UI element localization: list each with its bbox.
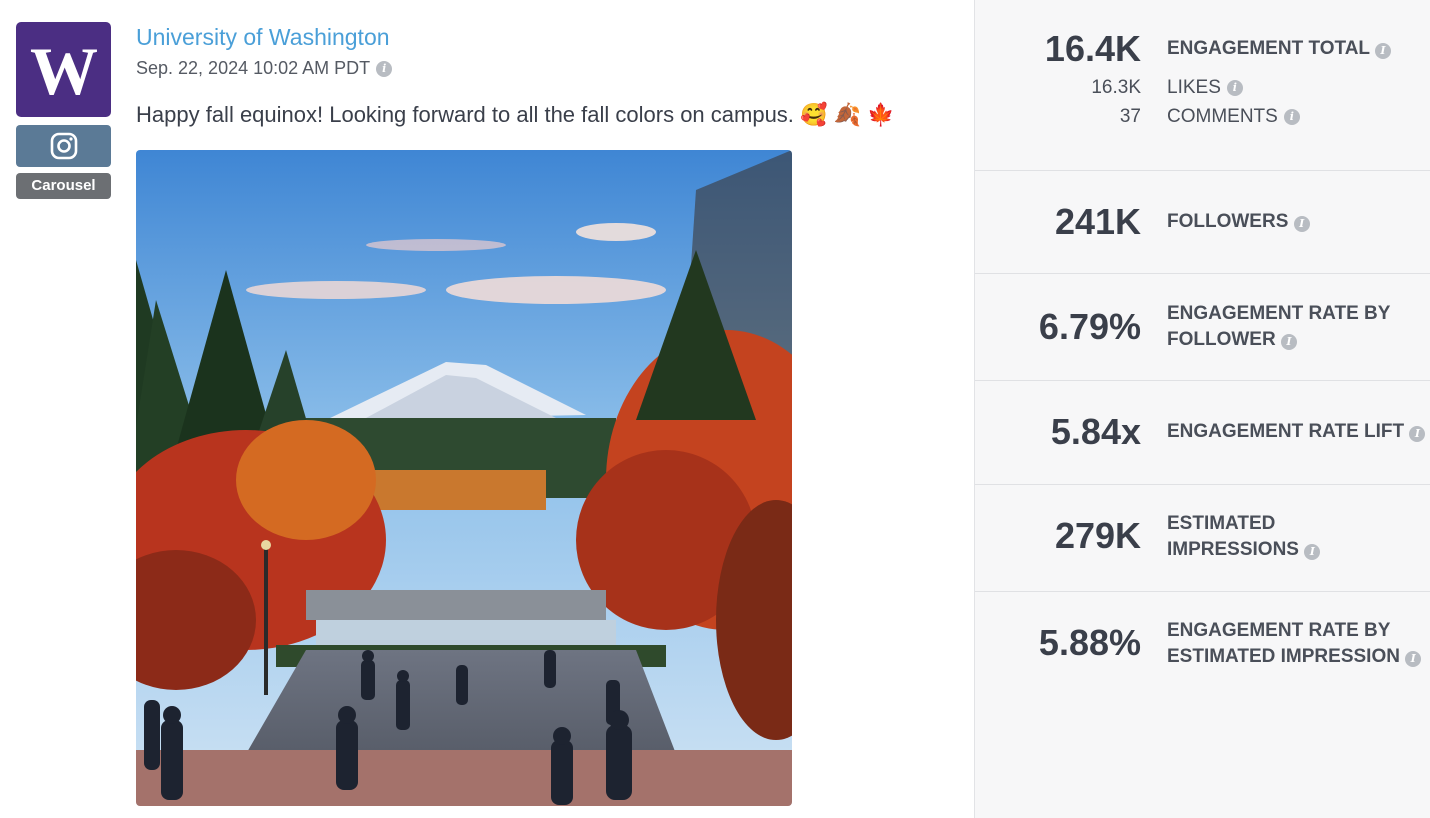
engagement-rate-by-follower-label: ENGAGEMENT RATE BY FOLLOWER i xyxy=(1167,301,1407,353)
engagement-total-label: ENGAGEMENT TOTAL i xyxy=(1167,36,1429,62)
info-icon[interactable]: i xyxy=(1280,334,1297,350)
info-icon[interactable]: i xyxy=(1405,651,1422,667)
svg-text:W: W xyxy=(30,42,98,98)
followers-label-text: FOLLOWERS xyxy=(1167,211,1289,232)
post-type-badge: Carousel xyxy=(16,173,111,199)
engagement-rate-by-follower-value: 6.79% xyxy=(1038,306,1141,347)
followers-label: FOLLOWERS i xyxy=(1167,209,1429,235)
comments-row: 37 COMMENTS i xyxy=(975,106,1430,134)
instagram-icon xyxy=(50,132,77,160)
likes-label: LIKES i xyxy=(1167,77,1243,99)
post-caption: Happy fall equinox! Looking forward to a… xyxy=(136,102,895,127)
info-icon[interactable]: i xyxy=(1304,544,1321,560)
uw-w-logo: W xyxy=(30,42,98,98)
info-icon[interactable]: i xyxy=(1226,80,1243,96)
stat-estimated-impressions: 279K ESTIMATED IMPRESSIONS i xyxy=(975,485,1430,592)
likes-label-text: LIKES xyxy=(1167,77,1221,98)
estimated-impressions-label-text: ESTIMATED IMPRESSIONS xyxy=(1167,513,1299,560)
engagement-rate-by-impression-label: ENGAGEMENT RATE BY ESTIMATED IMPRESSION … xyxy=(1167,618,1429,670)
estimated-impressions-label: ESTIMATED IMPRESSIONS i xyxy=(1167,511,1337,563)
stat-followers: 241K FOLLOWERS i xyxy=(975,171,1430,274)
engagement-rate-by-follower-label-text: ENGAGEMENT RATE BY FOLLOWER xyxy=(1167,303,1391,350)
engagement-total-value: 16.4K xyxy=(1044,28,1141,69)
timestamp-text: Sep. 22, 2024 10:02 AM PDT xyxy=(136,58,371,78)
engagement-rate-lift-label: ENGAGEMENT RATE LIFT i xyxy=(1167,419,1429,445)
engagement-rate-by-impression-value: 5.88% xyxy=(1038,622,1141,663)
info-icon[interactable]: i xyxy=(376,60,393,77)
estimated-impressions-value: 279K xyxy=(1054,515,1141,556)
likes-value: 16.3K xyxy=(1091,77,1141,98)
account-name-link[interactable]: University of Washington xyxy=(136,24,390,51)
comments-value: 37 xyxy=(1119,106,1141,127)
info-icon[interactable]: i xyxy=(1374,43,1391,59)
engagement-rate-by-impression-label-text: ENGAGEMENT RATE BY ESTIMATED IMPRESSION xyxy=(1167,620,1400,667)
followers-value: 241K xyxy=(1054,201,1141,242)
stat-engagement-rate-by-impression: 5.88% ENGAGEMENT RATE BY ESTIMATED IMPRE… xyxy=(975,592,1430,818)
info-icon[interactable]: i xyxy=(1409,426,1426,442)
account-avatar[interactable]: W xyxy=(16,22,111,117)
engagement-rate-lift-value: 5.84x xyxy=(1050,411,1141,452)
instagram-badge[interactable] xyxy=(16,125,111,167)
stats-panel: 16.4K ENGAGEMENT TOTAL i 16.3K LIKES i 3… xyxy=(974,0,1430,818)
engagement-total-label-text: ENGAGEMENT TOTAL xyxy=(1167,38,1370,59)
info-icon[interactable]: i xyxy=(1283,109,1300,125)
engagement-rate-lift-label-text: ENGAGEMENT RATE LIFT xyxy=(1167,421,1405,442)
post-image[interactable] xyxy=(136,150,792,806)
comments-label-text: COMMENTS xyxy=(1167,106,1278,127)
stat-engagement-rate-lift: 5.84x ENGAGEMENT RATE LIFT i xyxy=(975,381,1430,485)
campus-photo xyxy=(136,150,792,806)
info-icon[interactable]: i xyxy=(1293,216,1310,232)
likes-row: 16.3K LIKES i xyxy=(975,77,1430,105)
stat-engagement-rate-by-follower: 6.79% ENGAGEMENT RATE BY FOLLOWER i xyxy=(975,274,1430,381)
post-timestamp: Sep. 22, 2024 10:02 AM PDT i xyxy=(136,58,393,79)
comments-label: COMMENTS i xyxy=(1167,106,1300,128)
stat-engagement-total: 16.4K ENGAGEMENT TOTAL i 16.3K LIKES i 3… xyxy=(975,0,1430,171)
